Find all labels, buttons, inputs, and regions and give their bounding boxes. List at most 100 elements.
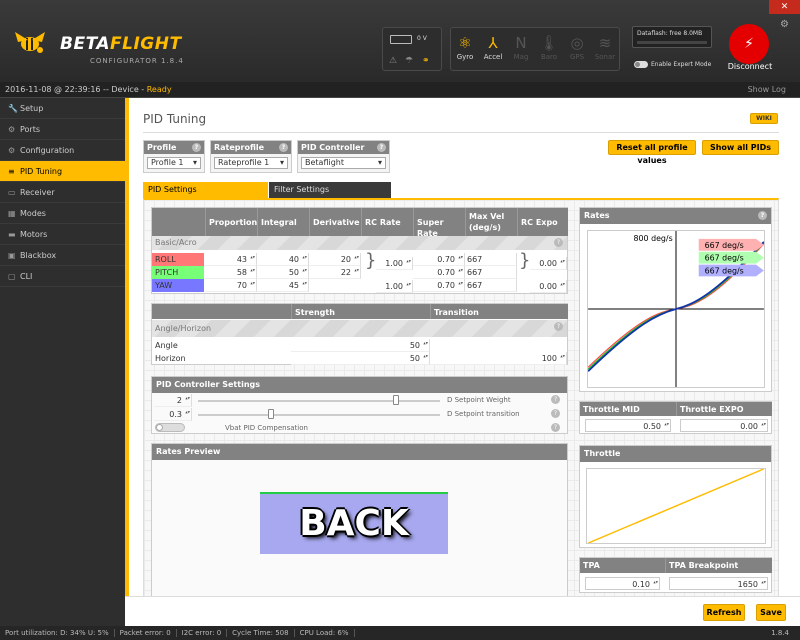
status-separator: -- Device - (100, 85, 147, 94)
blackbox-icon: ▣ (8, 251, 16, 260)
tpa-params: TPA TPA Breakpoint 0.10 1650 (579, 557, 772, 593)
bee-logo-icon (15, 32, 45, 53)
setpoint-transition-handle[interactable] (267, 409, 274, 419)
setpoint-transition-input[interactable]: 0.3 (154, 408, 192, 421)
disconnect-label[interactable]: Disconnect (722, 62, 778, 71)
throttle-mid-input[interactable]: 0.50 (585, 419, 671, 432)
sidebar-item-pid-tuning[interactable]: ≡ PID Tuning (0, 161, 125, 182)
disconnect-button[interactable]: ⚡ (729, 24, 769, 64)
profile-select[interactable]: Profile 1 (147, 157, 201, 169)
help-icon[interactable]: ? (554, 238, 563, 247)
pitch-max-vel: 667 (465, 266, 517, 279)
packet-error: Packet error: 0 (114, 629, 177, 637)
sidebar-item-cli[interactable]: ▢ CLI (0, 266, 125, 287)
tpa-input[interactable]: 0.10 (585, 577, 660, 590)
wrench-icon: 🔧 (8, 104, 18, 113)
throttle-expo-input[interactable]: 0.00 (680, 419, 768, 432)
brand-title: BETAFLIGHT (60, 34, 182, 54)
rc-rate-roll-pitch-input[interactable]: 1.00 (376, 257, 413, 270)
config-icon: ⚙ (8, 146, 16, 155)
help-icon[interactable]: ? (551, 423, 560, 432)
roll-super-rate-input[interactable]: 0.70 (413, 253, 465, 266)
status-ready: Ready (146, 85, 172, 94)
expert-mode-toggle[interactable]: Enable Expert Mode (634, 61, 711, 68)
angle-horizon-label: Angle/Horizon (155, 324, 212, 333)
window-close-button[interactable]: ✕ (769, 0, 800, 14)
cli-icon: ▢ (8, 272, 16, 281)
setpoint-transition-slider[interactable] (198, 414, 440, 416)
gps-icon: ◎ (570, 34, 584, 52)
wiki-button[interactable]: WIKI (750, 113, 778, 124)
sidebar: 🔧 Setup ⚙ Ports ⚙ Configuration ≡ PID Tuning ▭ Re… (0, 98, 125, 626)
header-rc-expo: RC Expo (517, 208, 568, 236)
sidebar-item-configuration[interactable]: ⚙ Configuration (0, 140, 125, 161)
rates-legend-label: 667 deg/s (705, 254, 744, 263)
sensor-status-panel: ⚛ Gyro ⅄ Accel N Mag 🌡 Baro ◎ GPS ≋ Sonar (450, 27, 620, 71)
horizon-strength-input[interactable]: 50 (291, 352, 430, 365)
expert-mode-switch[interactable] (634, 61, 648, 68)
top-bar: BETAFLIGHT CONFIGURATOR 1.8.4 0 V ⚠ ☂ ⚭ … (0, 0, 800, 82)
rates-legend: 667 deg/s 667 deg/s 667 deg/s (698, 238, 764, 277)
warning-icon: ⚠ (389, 56, 398, 66)
tpa-breakpoint-input[interactable]: 1650 (669, 577, 768, 590)
setpoint-weight-input[interactable]: 2 (154, 394, 192, 407)
pitch-super-rate-input[interactable]: 0.70 (413, 266, 465, 279)
show-log-link[interactable]: Show Log (748, 82, 786, 98)
rc-rate-yaw-input[interactable]: 1.00 (376, 280, 413, 293)
show-all-pids-button[interactable]: Show all PIDs (702, 140, 779, 155)
help-icon[interactable]: ? (192, 143, 201, 152)
tab-pid-settings[interactable]: PID Settings (143, 182, 268, 198)
help-icon[interactable]: ? (551, 409, 560, 418)
sensor-sonar: ≋ Sonar (591, 28, 619, 70)
help-icon[interactable]: ? (377, 143, 386, 152)
save-button[interactable]: Save (756, 604, 786, 621)
sidebar-item-motors[interactable]: ▬ Motors (0, 224, 125, 245)
yaw-p-input[interactable]: 70 (205, 279, 257, 292)
help-icon[interactable]: ? (554, 322, 563, 331)
sensor-gps: ◎ GPS (563, 28, 591, 70)
help-icon[interactable]: ? (279, 143, 288, 152)
expert-mode-label: Enable Expert Mode (651, 61, 712, 68)
gear-icon[interactable]: ⚙ (780, 19, 789, 30)
yaw-i-input[interactable]: 45 (257, 279, 309, 292)
rateprofile-select[interactable]: Rateprofile 1 (214, 157, 288, 169)
sidebar-item-blackbox[interactable]: ▣ Blackbox (0, 245, 125, 266)
i2c-error: I2C error: 0 (176, 629, 228, 637)
help-icon[interactable]: ? (551, 395, 560, 404)
horizon-transition-input[interactable]: 100 (430, 352, 567, 365)
sidebar-item-modes[interactable]: ▦ Modes (0, 203, 125, 224)
reset-profile-button[interactable]: Reset all profile values (608, 140, 696, 165)
angle-strength-input[interactable]: 50 (291, 339, 430, 352)
sidebar-item-receiver[interactable]: ▭ Receiver (0, 182, 125, 203)
rc-expo-yaw-input[interactable]: 0.00 (530, 280, 567, 293)
pitch-p-input[interactable]: 58 (205, 266, 257, 279)
axis-label-pitch: PITCH (152, 266, 204, 279)
refresh-button[interactable]: Refresh (703, 604, 745, 621)
pid-controller-select[interactable]: Betaflight (301, 157, 386, 169)
yaw-super-rate-input[interactable]: 0.70 (413, 279, 465, 292)
setpoint-weight-label: D Setpoint Weight (447, 396, 511, 404)
pitch-d-input[interactable]: 22 (309, 266, 361, 279)
setpoint-weight-handle[interactable] (393, 395, 400, 405)
brand-prefix: BETA (60, 34, 111, 54)
battery-icon (390, 35, 412, 44)
help-icon[interactable]: ? (758, 211, 767, 220)
roll-i-input[interactable]: 40 (257, 253, 309, 266)
basic-acro-section: Basic/Acro? (152, 236, 567, 250)
setpoint-weight-slider[interactable] (198, 400, 440, 402)
sidebar-item-label: Setup (20, 104, 44, 113)
sidebar-item-ports[interactable]: ⚙ Ports (0, 119, 125, 140)
vbat-compensation-toggle[interactable] (155, 423, 185, 432)
angle-label: Angle (155, 341, 178, 350)
rc-expo-roll-pitch-input[interactable]: 0.00 (530, 257, 567, 270)
axis-label-yaw: YAW (152, 279, 204, 292)
roll-d-input[interactable]: 20 (309, 253, 361, 266)
pitch-i-input[interactable]: 50 (257, 266, 309, 279)
header-transition: Transition (430, 304, 568, 319)
tpa-breakpoint-label: TPA Breakpoint (665, 558, 772, 573)
sidebar-item-setup[interactable]: 🔧 Setup (0, 98, 125, 119)
port-utilization: Port utilization: D: 34% U: 5% (0, 629, 115, 637)
tab-filter-settings[interactable]: Filter Settings (269, 182, 391, 198)
sensor-label: Sonar (594, 53, 616, 61)
roll-p-input[interactable]: 43 (205, 253, 257, 266)
